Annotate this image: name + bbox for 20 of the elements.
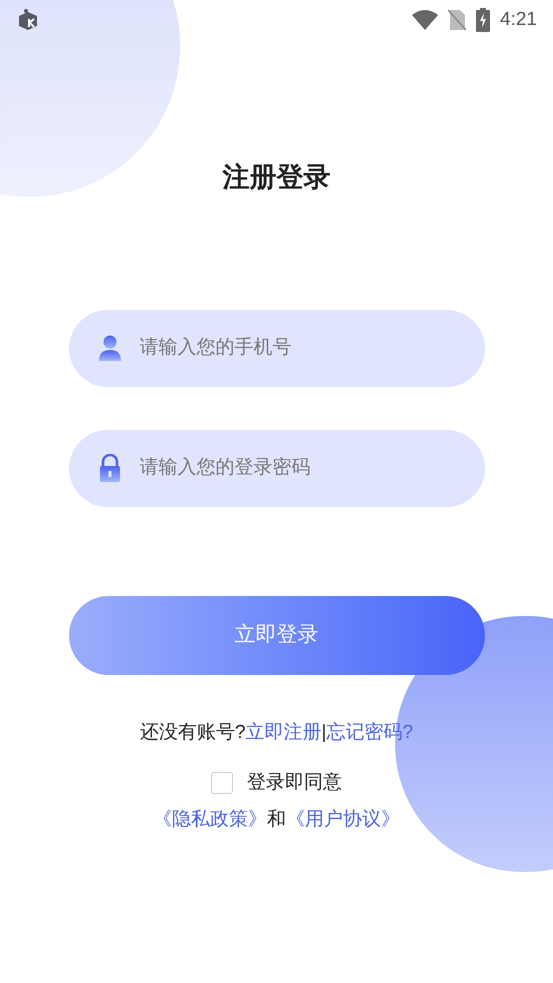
lock-icon: [98, 454, 120, 482]
privacy-policy-link[interactable]: 《隐私政策》: [153, 806, 267, 834]
status-time: 4:21: [500, 8, 537, 32]
person-icon: [98, 335, 122, 361]
wifi-icon: [412, 10, 438, 30]
no-sim-icon: [448, 9, 466, 31]
password-field[interactable]: 请输入您的登录密码: [68, 430, 484, 506]
app-icon: [16, 8, 40, 32]
agreement-label: 登录即同意: [247, 771, 342, 795]
phone-field[interactable]: 请输入您的手机号: [68, 310, 484, 386]
login-button[interactable]: 立即登录: [68, 596, 484, 674]
page-title: 注册登录: [222, 161, 330, 194]
forgot-password-link[interactable]: 忘记密码?: [326, 718, 414, 747]
separator: |: [322, 720, 326, 744]
and-text: 和: [267, 808, 286, 832]
user-agreement-link[interactable]: 《用户协议》: [286, 806, 400, 834]
battery-charging-icon: [476, 8, 490, 32]
no-account-prompt: 还没有账号?: [140, 720, 246, 744]
register-link[interactable]: 立即注册: [246, 718, 322, 747]
agreement-checkbox[interactable]: [211, 772, 233, 794]
